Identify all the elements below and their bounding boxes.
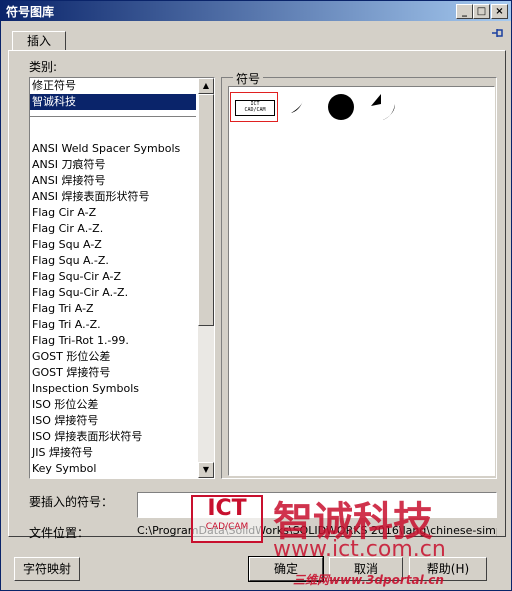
category-item[interactable]: ANSI Weld Spacer Symbols — [30, 141, 196, 157]
maximize-button[interactable]: □ — [473, 4, 490, 19]
category-item[interactable]: Flag Squ A.-Z. — [30, 253, 196, 269]
category-item[interactable]: 三角形旗标 1-99 — [30, 477, 196, 478]
symbol-arrow-shape[interactable] — [369, 92, 401, 127]
insert-symbol-label: 要插入的符号： — [29, 495, 114, 509]
category-scrollbar[interactable]: ▲ ▼ — [198, 78, 214, 478]
category-item[interactable]: JIS 焊接符号 — [30, 445, 196, 461]
category-item[interactable]: ISO 焊接表面形状符号 — [30, 429, 196, 445]
category-item[interactable]: Flag Tri A.-Z. — [30, 317, 196, 333]
category-item[interactable]: ANSI 焊接符号 — [30, 173, 196, 189]
watermark-site: 三维网www.3dportal.cn — [293, 573, 444, 587]
scroll-down-button[interactable]: ▼ — [198, 462, 214, 478]
category-item[interactable]: Flag Tri-Rot 1.-99. — [30, 333, 196, 349]
category-item[interactable]: 修正符号 — [30, 78, 196, 94]
watermark-ict-sub: CAD/CAM — [205, 522, 249, 532]
char-map-button[interactable]: 字符映射 — [14, 557, 80, 581]
symbol-palette[interactable]: ICT CAD/CAM — [228, 86, 495, 476]
category-item[interactable]: Inspection Symbols — [30, 381, 196, 397]
tab-insert[interactable]: 插入 — [12, 31, 66, 51]
category-item[interactable]: Flag Squ-Cir A.-Z. — [30, 285, 196, 301]
window-title: 符号图库 — [6, 5, 55, 19]
symbol-ict-bottom-text: CAD/CAM — [244, 107, 266, 113]
category-item[interactable]: Flag Squ-Cir A-Z — [30, 269, 196, 285]
close-button[interactable]: × — [491, 4, 508, 19]
pin-icon[interactable] — [491, 27, 505, 39]
symbol-filled-circle[interactable] — [326, 92, 356, 125]
title-bar[interactable]: 符号图库 _ □ × — [1, 1, 511, 21]
category-label: 类别: — [29, 60, 58, 74]
list-separator — [30, 110, 196, 117]
category-item[interactable]: ANSI 焊接表面形状符号 — [30, 189, 196, 205]
category-item[interactable]: ISO 焊接符号 — [30, 413, 196, 429]
category-item[interactable]: 智诚科技 — [30, 94, 196, 110]
category-item[interactable]: GOST 形位公差 — [30, 349, 196, 365]
list-blank-item[interactable] — [30, 121, 196, 141]
category-item[interactable]: Flag Squ A-Z — [30, 237, 196, 253]
category-listbox[interactable]: 修正符号 智诚科技 ANSI Weld Spacer Symbols ANSI 刀痕符… — [29, 77, 215, 479]
category-item[interactable]: ISO 形位公差 — [30, 397, 196, 413]
category-item[interactable]: ANSI 刀痕符号 — [30, 157, 196, 173]
category-item[interactable]: Flag Cir A-Z — [30, 205, 196, 221]
category-item[interactable]: GOST 焊接符号 — [30, 365, 196, 381]
category-item[interactable]: Key Symbol — [30, 461, 196, 477]
symbol-crescent-small[interactable] — [289, 97, 307, 118]
symbol-group-title: 符号 — [233, 70, 264, 87]
watermark-ict-text: ICT — [207, 496, 247, 521]
category-item[interactable]: Flag Cir A.-Z. — [30, 221, 196, 237]
file-location-label: 文件位置： — [29, 526, 90, 540]
minimize-button[interactable]: _ — [456, 4, 473, 19]
symbol-library-dialog: 符号图库 _ □ × 插入 类别: 修正符号 智诚科技 ANSI Weld Spac… — [0, 0, 512, 591]
category-list: 修正符号 智诚科技 ANSI Weld Spacer Symbols ANSI 刀痕符… — [30, 78, 196, 478]
scroll-thumb[interactable] — [198, 94, 214, 326]
symbol-ict-logo[interactable]: ICT CAD/CAM — [230, 92, 278, 122]
scroll-up-button[interactable]: ▲ — [198, 78, 214, 94]
category-item[interactable]: Flag Tri A-Z — [30, 301, 196, 317]
